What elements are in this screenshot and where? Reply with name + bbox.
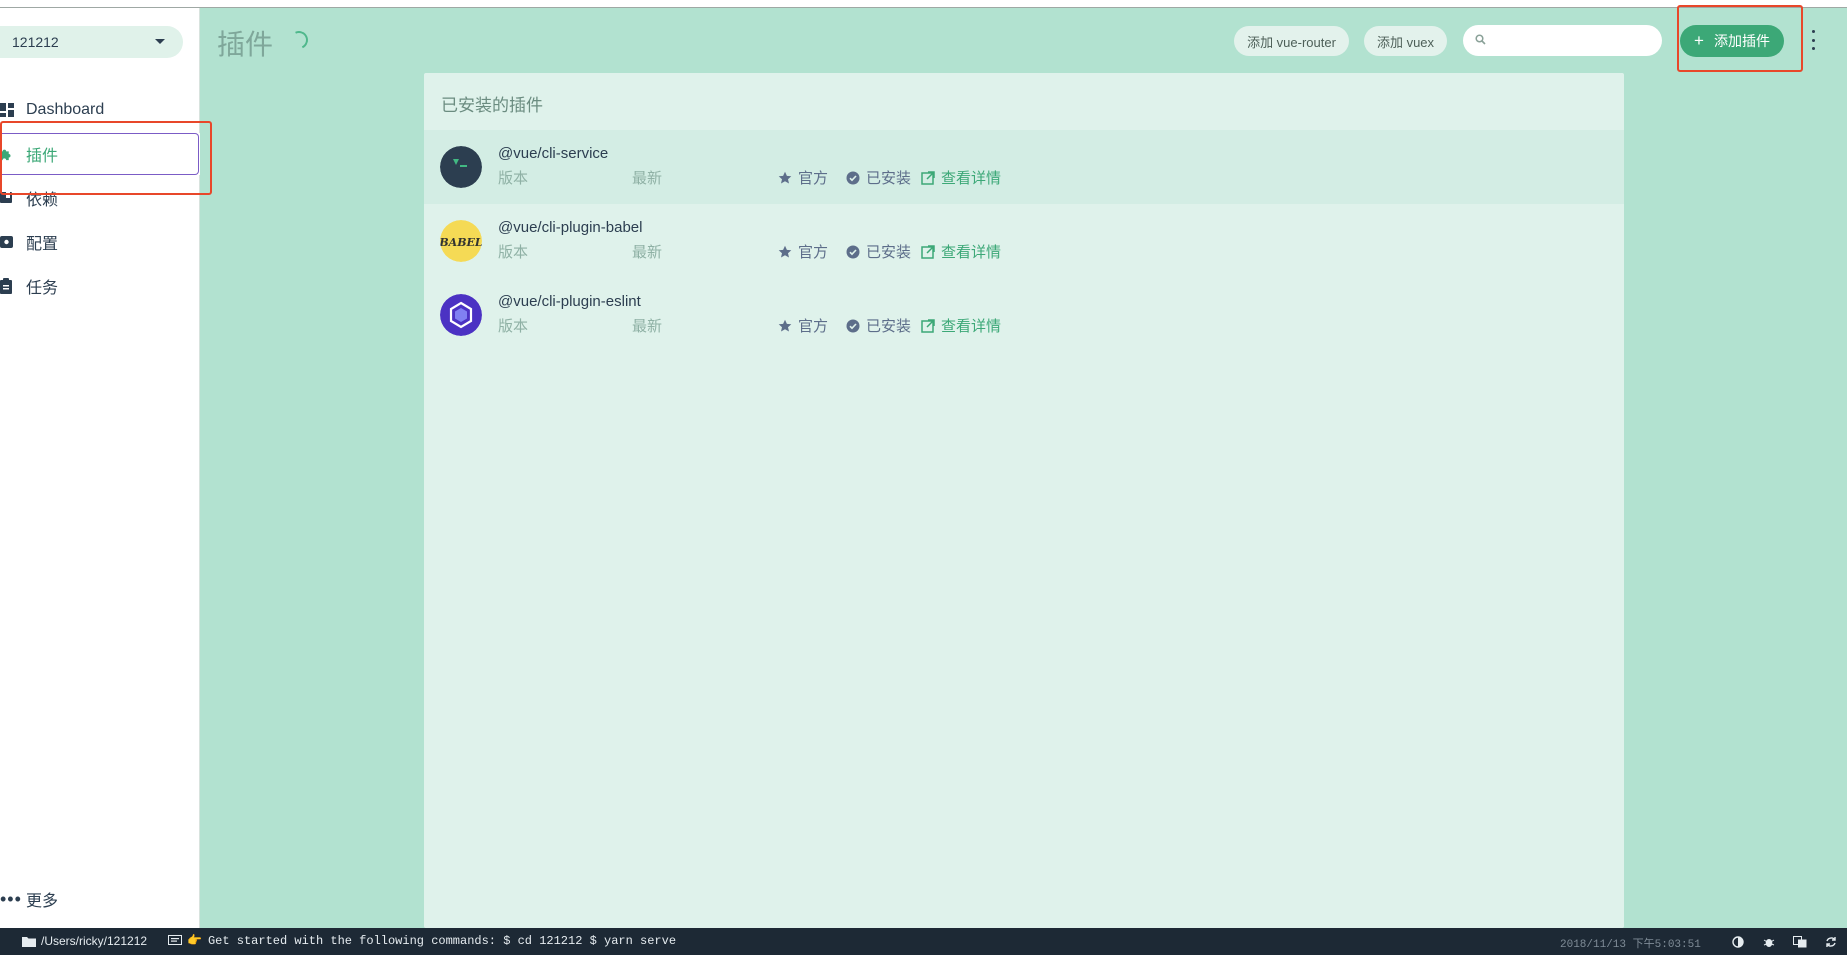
vue-cli-logo xyxy=(440,146,482,188)
svg-text:BABEL: BABEL xyxy=(440,236,482,249)
view-details-link[interactable]: 查看详情 xyxy=(921,241,1001,262)
plugin-name: @vue/cli-plugin-babel xyxy=(498,219,643,236)
search-input[interactable] xyxy=(1492,33,1652,48)
page-title: 插件 xyxy=(217,29,274,60)
star-icon xyxy=(778,171,792,183)
check-circle-icon xyxy=(846,319,860,332)
loading-spinner-icon xyxy=(287,28,311,52)
sidebar-item-label: 任务 xyxy=(26,280,59,297)
clipboard-icon xyxy=(0,277,14,295)
more-horizontal-icon: ••• xyxy=(0,888,22,909)
plugin-latest-label: 最新 xyxy=(632,244,663,261)
folder-icon xyxy=(22,936,36,947)
add-plugin-label: 添加插件 xyxy=(1713,33,1770,49)
official-badge: 官方 xyxy=(778,315,828,336)
highlight-box-plugins xyxy=(0,121,212,195)
status-bar: /Users/ricky/121212 👉 Get started with t… xyxy=(0,928,1847,955)
translate-icon[interactable] xyxy=(1792,934,1808,950)
external-link-icon xyxy=(921,170,935,185)
babel-logo: BABEL xyxy=(440,220,482,262)
message-icon xyxy=(168,934,182,945)
chevron-down-icon xyxy=(155,39,165,44)
refresh-icon[interactable] xyxy=(1823,934,1839,950)
installed-badge: 已安装 xyxy=(846,167,911,188)
plugin-version-label: 版本 xyxy=(498,318,529,335)
external-link-icon xyxy=(921,318,935,333)
bug-icon[interactable] xyxy=(1761,934,1777,950)
more-label: 更多 xyxy=(26,893,59,910)
more-vertical-icon[interactable] xyxy=(1810,30,1816,50)
sidebar-item-tasks[interactable]: 任务 xyxy=(0,265,200,307)
add-vue-router-button[interactable]: 添加 vue-router xyxy=(1234,26,1349,56)
check-circle-icon xyxy=(846,245,860,258)
star-icon xyxy=(778,319,792,331)
plugin-latest-label: 最新 xyxy=(632,318,663,335)
view-details-link[interactable]: 查看详情 xyxy=(921,315,1001,336)
plus-icon: + xyxy=(1694,31,1704,50)
plugin-latest-label: 最新 xyxy=(632,170,663,187)
search-box[interactable] xyxy=(1463,25,1662,56)
official-badge: 官方 xyxy=(778,241,828,262)
plugin-item-cli-plugin-eslint[interactable]: @vue/cli-plugin-eslint 版本 最新 官方 已安装 查看详情 xyxy=(424,278,1624,352)
status-timestamp: 2018/11/13 下午5:03:51 xyxy=(1560,939,1701,951)
plugin-version-label: 版本 xyxy=(498,244,529,261)
plugin-item-cli-plugin-babel[interactable]: BABEL @vue/cli-plugin-babel 版本 最新 官方 已安装… xyxy=(424,204,1624,278)
plugin-name: @vue/cli-service xyxy=(498,145,609,162)
project-selector[interactable]: 121212 xyxy=(0,26,183,58)
sidebar-item-config[interactable]: 配置 xyxy=(0,221,200,263)
external-link-icon xyxy=(921,244,935,259)
project-name: 121212 xyxy=(12,34,59,50)
add-vuex-button[interactable]: 添加 vuex xyxy=(1364,26,1447,56)
panel-title: 已安装的插件 xyxy=(441,96,543,115)
window-top-edge xyxy=(0,0,1847,8)
view-details-link[interactable]: 查看详情 xyxy=(921,167,1001,188)
dashboard-icon xyxy=(0,101,14,119)
status-path[interactable]: /Users/ricky/121212 xyxy=(22,934,147,948)
eslint-logo xyxy=(440,294,482,336)
contrast-icon[interactable] xyxy=(1730,934,1746,950)
star-icon xyxy=(778,245,792,257)
search-icon xyxy=(1475,32,1486,50)
check-circle-icon xyxy=(846,171,860,184)
pointing-hand-icon: 👉 xyxy=(187,934,202,948)
add-plugin-button[interactable]: + 添加插件 xyxy=(1680,25,1784,57)
installed-plugins-panel: 已安装的插件 @vue/cli-service 版本 最新 官方 已安装 查看详… xyxy=(424,73,1624,928)
gear-icon xyxy=(0,233,14,251)
official-badge: 官方 xyxy=(778,167,828,188)
plugin-name: @vue/cli-plugin-eslint xyxy=(498,293,641,310)
sidebar-more-button[interactable]: ••• 更多 xyxy=(0,887,58,911)
installed-badge: 已安装 xyxy=(846,315,911,336)
sidebar-item-label: Dashboard xyxy=(26,101,105,118)
plugin-version-label: 版本 xyxy=(498,170,529,187)
sidebar-item-label: 配置 xyxy=(26,236,59,253)
installed-badge: 已安装 xyxy=(846,241,911,262)
status-message[interactable]: 👉 Get started with the following command… xyxy=(168,933,676,948)
plugin-item-cli-service[interactable]: @vue/cli-service 版本 最新 官方 已安装 查看详情 xyxy=(424,130,1624,204)
